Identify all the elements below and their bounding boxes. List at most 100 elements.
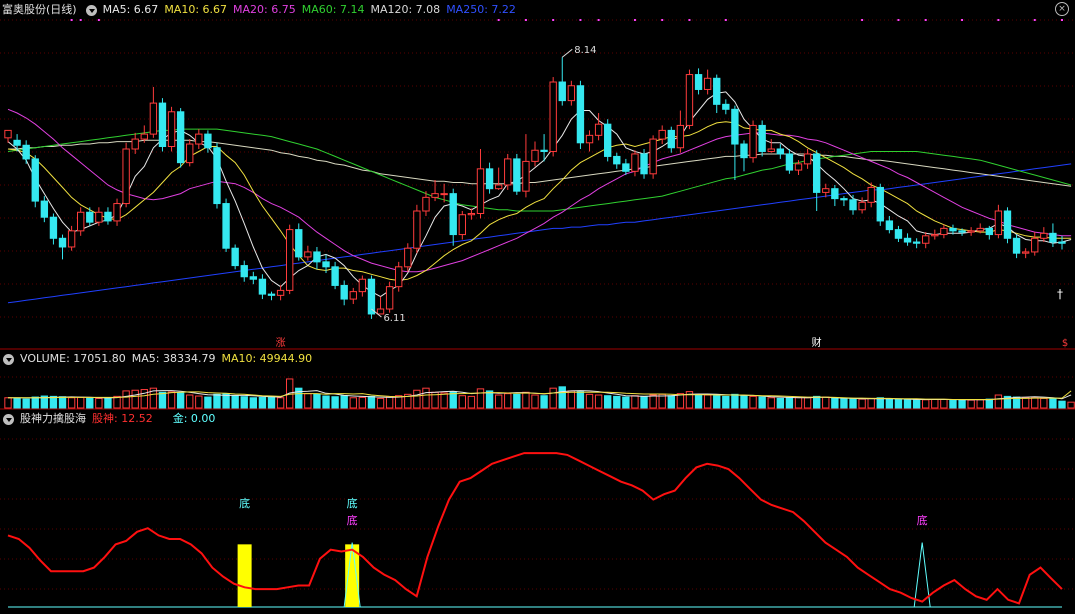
volume-bar bbox=[694, 393, 703, 409]
candle-body bbox=[522, 160, 530, 192]
candle bbox=[1031, 232, 1039, 256]
candle-body bbox=[658, 129, 666, 140]
volume-bar bbox=[558, 386, 566, 409]
ma5-line bbox=[7, 91, 1072, 298]
volume-bar bbox=[104, 397, 112, 409]
candle-body bbox=[331, 266, 339, 286]
candle-body bbox=[431, 193, 439, 198]
volume-bar bbox=[749, 395, 757, 409]
volume-bar bbox=[122, 390, 130, 409]
candle bbox=[213, 142, 221, 209]
volume-dropdown-icon[interactable] bbox=[3, 353, 14, 365]
candle-body bbox=[176, 111, 185, 164]
candle bbox=[77, 207, 85, 236]
volume-bar bbox=[313, 393, 321, 409]
ma-dropdown-icon[interactable] bbox=[85, 4, 97, 16]
candle bbox=[22, 140, 30, 164]
candle-body bbox=[967, 230, 975, 233]
candle bbox=[758, 120, 766, 157]
volume-bar bbox=[985, 398, 993, 409]
candle-body bbox=[685, 74, 694, 126]
candle-body bbox=[77, 211, 85, 232]
candle bbox=[585, 130, 594, 152]
candle bbox=[694, 68, 703, 95]
gushen-line bbox=[7, 452, 1063, 605]
candle bbox=[903, 233, 912, 246]
candle-body bbox=[785, 153, 794, 171]
candle bbox=[931, 229, 939, 240]
volume-bar bbox=[1021, 397, 1030, 409]
candle bbox=[376, 296, 385, 315]
volume-bar bbox=[767, 397, 775, 409]
volume-bar bbox=[903, 398, 912, 409]
top-dot-mark bbox=[688, 19, 691, 21]
candle bbox=[31, 155, 39, 208]
candle bbox=[1012, 234, 1021, 259]
volume-bar bbox=[831, 397, 839, 409]
stock-chart[interactable]: 8.146.11涨财 $† 底底底底 bbox=[0, 0, 1075, 614]
candle bbox=[649, 135, 657, 179]
candle bbox=[349, 287, 357, 305]
candle bbox=[449, 188, 457, 246]
candle-body bbox=[667, 129, 675, 149]
candle-body bbox=[994, 210, 1003, 236]
volume-bar bbox=[367, 395, 376, 409]
candle-body bbox=[1021, 251, 1030, 254]
volume-bar bbox=[77, 396, 85, 409]
candle-body bbox=[149, 102, 158, 135]
candle bbox=[676, 110, 685, 153]
candle bbox=[285, 224, 294, 295]
volume-bar bbox=[204, 396, 212, 409]
volume-bar bbox=[131, 389, 139, 409]
candle bbox=[240, 260, 248, 282]
top-dot-mark bbox=[1061, 19, 1063, 21]
volume-bar bbox=[413, 389, 421, 409]
candle-body bbox=[622, 163, 630, 172]
volume-bar bbox=[931, 398, 939, 409]
ma20-value: MA20: 6.75 bbox=[233, 3, 296, 16]
volume-bar bbox=[849, 398, 857, 409]
candle-body bbox=[158, 102, 167, 148]
ma20-line bbox=[7, 108, 1072, 273]
volume-bar bbox=[540, 395, 548, 409]
candle-body bbox=[86, 211, 94, 223]
volume-bar bbox=[86, 397, 94, 409]
candle bbox=[594, 113, 603, 141]
top-dot-mark bbox=[497, 19, 500, 21]
candle bbox=[912, 238, 921, 249]
candle bbox=[4, 129, 12, 143]
top-dot-mark bbox=[997, 19, 1000, 21]
top-dot-mark bbox=[552, 19, 555, 21]
candle bbox=[231, 244, 239, 270]
volume-panel bbox=[4, 378, 1075, 409]
candle-body bbox=[594, 123, 603, 136]
candle bbox=[458, 211, 466, 240]
volume-bar bbox=[513, 393, 521, 409]
candle-body bbox=[104, 211, 112, 222]
volume-bar bbox=[613, 395, 621, 409]
candle-body bbox=[31, 158, 39, 202]
event-mark: 涨 bbox=[276, 337, 286, 349]
candle-body bbox=[758, 124, 766, 152]
volume-bar bbox=[867, 397, 875, 409]
volume-bar bbox=[576, 391, 585, 409]
candle bbox=[40, 196, 49, 223]
volume-bar bbox=[967, 399, 975, 409]
candle bbox=[222, 198, 230, 252]
candle-body bbox=[340, 284, 348, 300]
candle bbox=[1021, 248, 1030, 259]
indicator-dropdown-icon[interactable] bbox=[3, 413, 14, 425]
candle-body bbox=[604, 123, 612, 157]
indicator-panel: 底底底底 bbox=[7, 452, 1063, 608]
top-dot-mark bbox=[597, 19, 600, 21]
candle bbox=[331, 261, 339, 290]
top-dot-mark bbox=[633, 19, 636, 21]
volume-bar bbox=[958, 399, 966, 409]
volume-bar bbox=[186, 394, 194, 409]
candle bbox=[1003, 207, 1012, 244]
volume-bar bbox=[812, 395, 821, 409]
ma120-value: MA120: 7.08 bbox=[370, 3, 441, 16]
volume-bar bbox=[894, 398, 903, 409]
low-label: 6.11 bbox=[383, 313, 405, 324]
candle-body bbox=[67, 230, 76, 248]
